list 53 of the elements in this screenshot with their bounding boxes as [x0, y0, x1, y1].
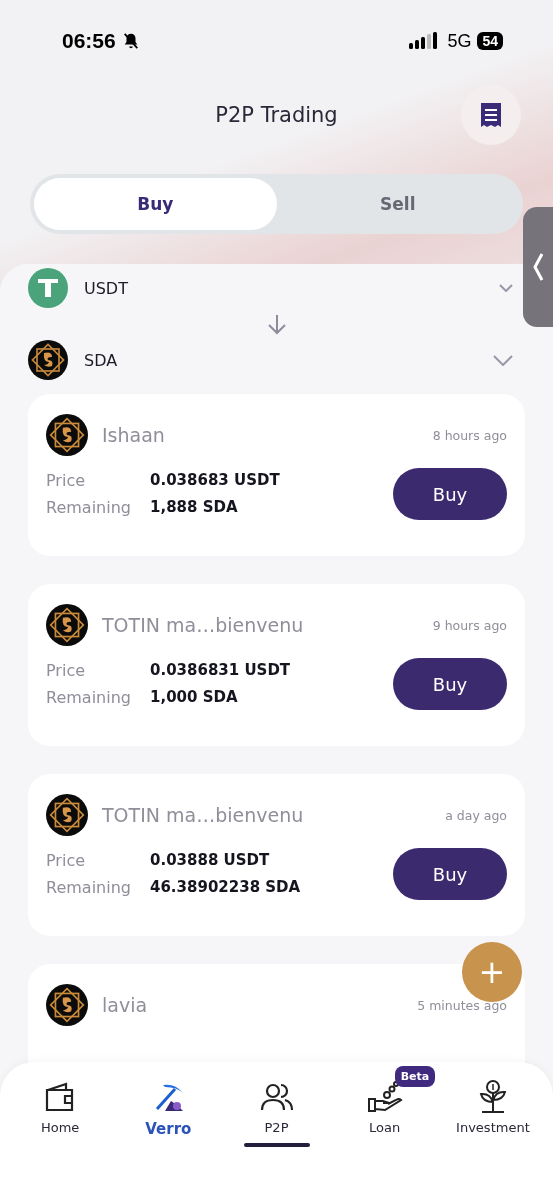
trader-name: lavia — [102, 994, 149, 1016]
tether-coin-icon — [28, 268, 68, 308]
people-icon — [259, 1081, 294, 1113]
price-label: Price — [46, 851, 87, 870]
remaining-label: Remaining — [46, 498, 132, 517]
mode-tab[interactable]: Sell — [276, 178, 519, 230]
token-logo-icon — [46, 794, 88, 836]
trader-name: TOTIN ma…bienvenu — [102, 804, 305, 826]
bell-off-icon — [121, 32, 140, 50]
token-logo-icon — [28, 340, 68, 380]
buy-button[interactable]: Buy — [393, 848, 507, 900]
receipt-icon — [480, 102, 502, 128]
price-label: Price — [46, 471, 87, 490]
token-logo-icon — [46, 984, 88, 1026]
page-title: P2P Trading — [215, 103, 338, 127]
remaining-label: Remaining — [46, 878, 132, 897]
price-value: 0.03888 USDT — [150, 851, 271, 870]
price-value: 0.038683 USDT — [150, 471, 280, 490]
remaining-label: Remaining — [46, 688, 132, 707]
offer-time: a day ago — [445, 807, 507, 823]
to-token: SDA — [84, 350, 119, 370]
token-logo-icon — [46, 604, 88, 646]
nav-tab[interactable]: Beta Loan — [330, 1064, 439, 1162]
remaining-value: 1,000 SDA — [150, 688, 239, 707]
hand-coins-icon — [366, 1081, 403, 1113]
arrow-down-icon — [265, 313, 288, 335]
trader-name: TOTIN ma…bienvenu — [102, 614, 305, 636]
price-value: 0.0386831 USDT — [150, 661, 291, 680]
chevron-left-icon — [532, 252, 544, 282]
remaining-value: 46.38902238 SDA — [150, 878, 301, 897]
trader-name: Ishaan — [102, 424, 166, 446]
battery-indicator: 54 — [477, 32, 503, 50]
offer-time: 8 hours ago — [432, 427, 507, 443]
offer-time: 9 hours ago — [432, 617, 507, 633]
side-drawer-handle[interactable] — [523, 207, 553, 327]
nav-tab[interactable]: Verro — [114, 1064, 223, 1162]
mode-tab[interactable]: Buy — [34, 178, 277, 230]
buy-button[interactable]: Buy — [393, 468, 507, 520]
chevron-down-icon[interactable] — [493, 354, 513, 366]
signal-icon — [409, 32, 438, 50]
price-label: Price — [46, 661, 87, 680]
nav-tab[interactable]: Investment — [438, 1064, 547, 1162]
chevron-down-icon[interactable] — [499, 284, 513, 292]
remaining-value: 1,888 SDA — [150, 498, 239, 517]
nav-tab[interactable]: Home — [6, 1064, 115, 1162]
beta-badge: Beta — [394, 1066, 436, 1087]
nav-tab[interactable]: P2P — [222, 1064, 331, 1162]
status-time: 06:56 — [62, 29, 116, 53]
token-logo-icon — [46, 414, 88, 456]
network-label: 5G — [447, 30, 472, 52]
from-token: USDT — [84, 278, 129, 298]
money-plant-icon — [477, 1080, 508, 1114]
buy-button[interactable]: Buy — [393, 658, 507, 710]
